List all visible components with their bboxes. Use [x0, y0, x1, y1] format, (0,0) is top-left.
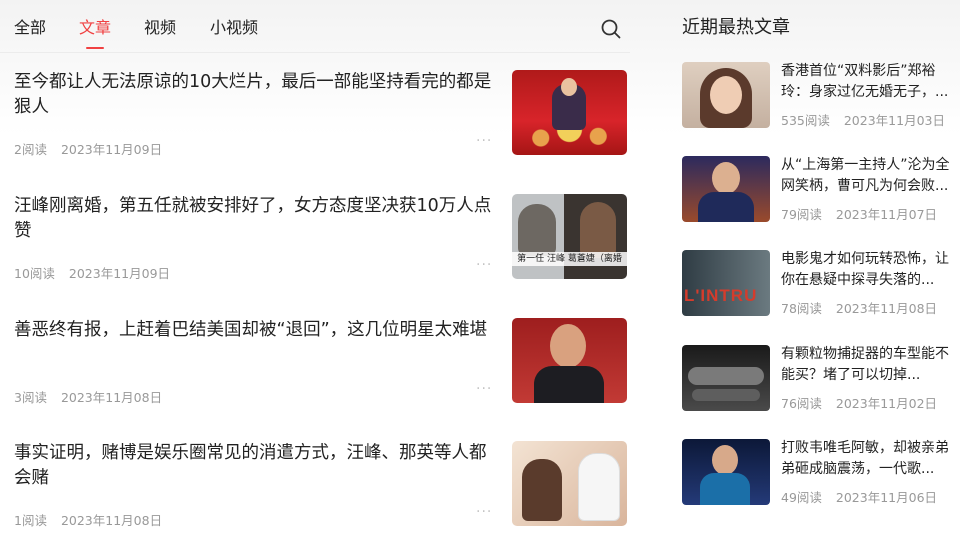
article-meta: 2阅读 2023年11月09日 — [14, 139, 162, 158]
publish-date: 2023年11月03日 — [843, 113, 945, 128]
read-count: 10阅读 — [14, 266, 55, 281]
hot-article-title[interactable]: 有颗粒物捕捉器的车型能不能买？堵了可以切掉... — [781, 344, 957, 384]
more-options-icon[interactable]: ··· — [476, 133, 492, 149]
thumbnail-person — [580, 202, 616, 258]
hot-article-item[interactable]: L'INTRU 电影鬼才如何玩转恐怖，让你在悬疑中探寻失落的... 78阅读 20… — [682, 250, 957, 316]
article-item[interactable]: 事实证明，赌博是娱乐圈常见的消遣方式，汪峰、那英等人都会赌 1阅读 2023年11… — [0, 441, 630, 551]
article-title[interactable]: 汪峰刚离婚，第五任就被安排好了，女方态度坚决获10万人点赞 — [14, 194, 499, 244]
hot-article-thumbnail[interactable] — [682, 345, 770, 411]
hot-article-item[interactable]: 从“上海第一主持人”沦为全网笑柄，曹可凡为何会败... 79阅读 2023年11月… — [682, 156, 957, 222]
hot-article-title[interactable]: 电影鬼才如何玩转恐怖，让你在悬疑中探寻失落的... — [781, 249, 957, 289]
more-options-icon[interactable]: ··· — [476, 504, 492, 520]
more-options-icon[interactable]: ··· — [476, 381, 492, 397]
hot-article-thumbnail[interactable]: L'INTRU — [682, 250, 770, 316]
active-tab-indicator — [86, 47, 104, 49]
thumbnail-person — [578, 453, 620, 521]
publish-date: 2023年11月08日 — [60, 390, 163, 405]
read-count: 535阅读 — [781, 113, 830, 128]
hot-article-meta: 49阅读 2023年11月06日 — [781, 487, 937, 506]
read-count: 79阅读 — [781, 207, 822, 222]
thumbnail-suit — [534, 366, 604, 403]
article-meta: 10阅读 2023年11月09日 — [14, 263, 170, 282]
tab-short-videos[interactable]: 小视频 — [210, 17, 258, 39]
tab-articles[interactable]: 文章 — [79, 17, 111, 39]
read-count: 49阅读 — [781, 490, 822, 505]
hot-article-meta: 535阅读 2023年11月03日 — [781, 110, 945, 129]
article-thumbnail[interactable] — [512, 70, 627, 155]
thumbnail-face — [561, 78, 577, 96]
hot-article-item[interactable]: 香港首位“双料影后”郑裕玲：身家过亿无婚无子，... 535阅读 2023年11月… — [682, 62, 957, 128]
thumbnail-face — [550, 324, 586, 368]
article-title[interactable]: 事实证明，赌博是娱乐圈常见的消遣方式，汪峰、那英等人都会赌 — [14, 441, 499, 491]
thumbnail-text: L'INTRU — [684, 286, 758, 305]
read-count: 1阅读 — [14, 513, 47, 528]
thumbnail-caption: 第一任 汪峰 葛蒼婕（离婚 — [512, 252, 627, 266]
article-item[interactable]: 善恶终有报，上赶着巴结美国却被“退回”，这几位明星太难堪 3阅读 2023年11月… — [0, 318, 630, 428]
thumbnail-face — [712, 445, 738, 475]
article-meta: 1阅读 2023年11月08日 — [14, 510, 162, 529]
article-thumbnail[interactable]: 第一任 汪峰 葛蒼婕（离婚 — [512, 194, 627, 279]
article-meta: 3阅读 2023年11月08日 — [14, 387, 162, 406]
tab-videos[interactable]: 视频 — [144, 17, 176, 39]
publish-date: 2023年11月09日 — [60, 142, 163, 157]
hot-article-thumbnail[interactable] — [682, 439, 770, 505]
article-title[interactable]: 善恶终有报，上赶着巴结美国却被“退回”，这几位明星太难堪 — [14, 318, 499, 343]
sidebar-title: 近期最热文章 — [682, 17, 790, 38]
publish-date: 2023年11月02日 — [835, 396, 938, 411]
hot-article-thumbnail[interactable] — [682, 156, 770, 222]
hot-article-meta: 76阅读 2023年11月02日 — [781, 393, 937, 412]
hot-article-item[interactable]: 有颗粒物捕捉器的车型能不能买？堵了可以切掉... 76阅读 2023年11月02日 — [682, 345, 957, 411]
read-count: 2阅读 — [14, 142, 47, 157]
tab-bar: 全部 文章 视频 小视频 — [0, 0, 630, 53]
publish-date: 2023年11月07日 — [835, 207, 938, 222]
thumbnail-body — [700, 473, 750, 505]
thumbnail-suit — [698, 192, 754, 222]
hot-article-meta: 79阅读 2023年11月07日 — [781, 204, 937, 223]
article-feed: 全部 文章 视频 小视频 至今都让人无法原谅的10大烂片，最后一部能坚持看完的都… — [0, 0, 630, 528]
hot-article-title[interactable]: 打败韦唯毛阿敏，却被亲弟弟砸成脑震荡，一代歌... — [781, 438, 957, 478]
more-options-icon[interactable]: ··· — [476, 257, 492, 273]
article-thumbnail[interactable] — [512, 441, 627, 526]
hot-articles-sidebar: 近期最热文章 香港首位“双料影后”郑裕玲：身家过亿无婚无子，... 535阅读 2… — [670, 0, 960, 525]
search-icon[interactable] — [600, 18, 622, 40]
publish-date: 2023年11月08日 — [835, 301, 938, 316]
hot-article-item[interactable]: 打败韦唯毛阿敏，却被亲弟弟砸成脑震荡，一代歌... 49阅读 2023年11月06… — [682, 439, 957, 505]
article-thumbnail[interactable] — [512, 318, 627, 403]
publish-date: 2023年11月06日 — [835, 490, 938, 505]
read-count: 76阅读 — [781, 396, 822, 411]
tab-all[interactable]: 全部 — [14, 17, 46, 39]
thumbnail-pipe — [692, 389, 760, 401]
publish-date: 2023年11月08日 — [60, 513, 163, 528]
hot-article-title[interactable]: 香港首位“双料影后”郑裕玲：身家过亿无婚无子，... — [781, 61, 957, 101]
read-count: 78阅读 — [781, 301, 822, 316]
article-item[interactable]: 至今都让人无法原谅的10大烂片，最后一部能坚持看完的都是狠人 2阅读 2023年1… — [0, 70, 630, 180]
article-title[interactable]: 至今都让人无法原谅的10大烂片，最后一部能坚持看完的都是狠人 — [14, 70, 499, 120]
hot-article-thumbnail[interactable] — [682, 62, 770, 128]
thumbnail-pipe — [688, 367, 764, 385]
article-item[interactable]: 汪峰刚离婚，第五任就被安排好了，女方态度坚决获10万人点赞 10阅读 2023年1… — [0, 194, 630, 304]
publish-date: 2023年11月09日 — [68, 266, 171, 281]
hot-article-title[interactable]: 从“上海第一主持人”沦为全网笑柄，曹可凡为何会败... — [781, 155, 957, 195]
thumbnail-person — [518, 204, 556, 256]
thumbnail-person — [522, 459, 562, 521]
hot-article-meta: 78阅读 2023年11月08日 — [781, 298, 937, 317]
read-count: 3阅读 — [14, 390, 47, 405]
thumbnail-face — [710, 76, 742, 114]
thumbnail-face — [712, 162, 740, 194]
